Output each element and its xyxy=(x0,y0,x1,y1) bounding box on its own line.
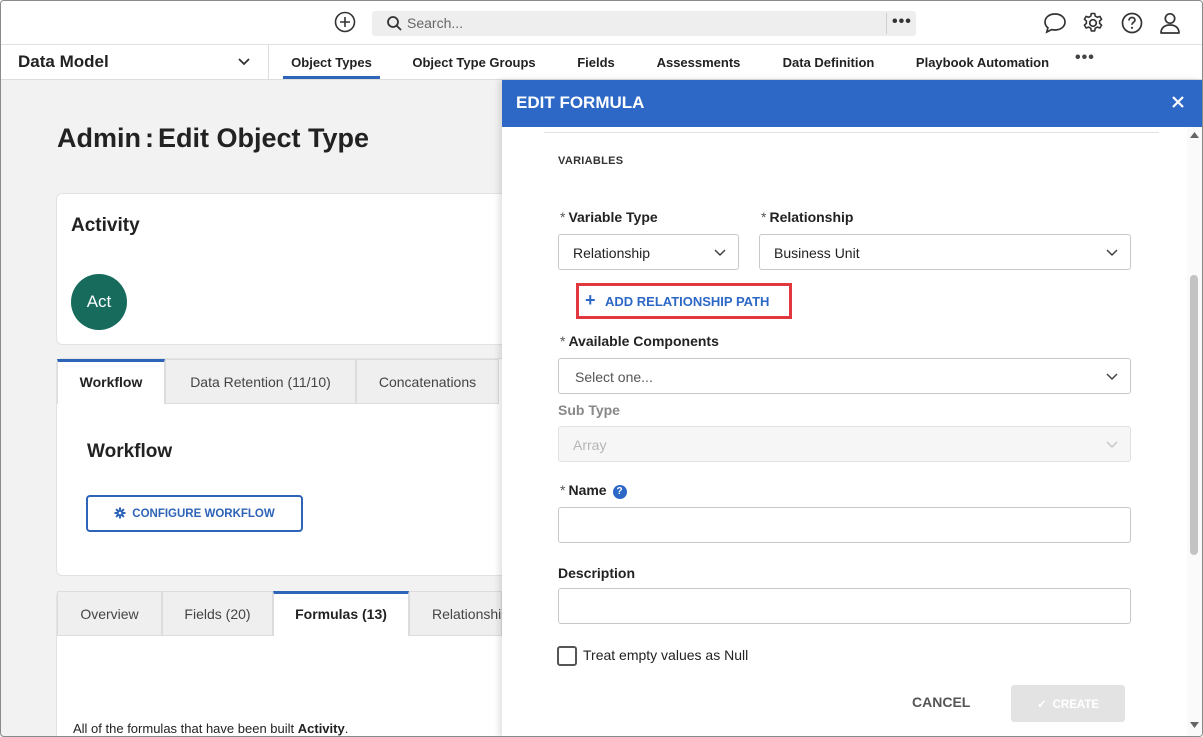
avatar: Act xyxy=(71,274,127,330)
description-field[interactable] xyxy=(558,588,1131,624)
help-icon[interactable]: ? xyxy=(612,485,627,499)
nav-bar: Data Model Object Types Object Type Grou… xyxy=(1,45,1202,80)
app-window: Search... ••• Data Model Object Types Ob… xyxy=(0,0,1203,737)
tab-overview[interactable]: Overview xyxy=(57,591,162,636)
relationship-label: * Relationship xyxy=(761,209,853,225)
section-selector-label: Data Model xyxy=(18,52,109,71)
activity-title: Activity xyxy=(71,215,140,236)
relationship-value: Business Unit xyxy=(774,245,860,261)
chevron-down-icon xyxy=(1106,373,1118,381)
create-button[interactable]: ✓ CREATE xyxy=(1011,685,1125,722)
section-selector[interactable]: Data Model xyxy=(1,45,269,79)
formulas-description-object: Activity xyxy=(297,721,345,736)
user-profile-icon[interactable] xyxy=(1159,12,1181,34)
treat-empty-null-checkbox[interactable] xyxy=(557,646,577,666)
variable-type-select[interactable]: Relationship xyxy=(558,234,739,270)
available-components-select[interactable]: Select one... xyxy=(558,358,1131,394)
search-divider xyxy=(886,13,887,34)
plus-icon: + xyxy=(585,290,596,310)
relationship-label-text: Relationship xyxy=(769,209,854,225)
variables-section-label: VARIABLES xyxy=(558,155,624,167)
nav-more-button[interactable]: ••• xyxy=(1075,49,1095,67)
page-title-main: Edit Object Type xyxy=(158,123,370,153)
nav-tab-playbook-automation[interactable]: Playbook Automation xyxy=(909,45,1056,79)
gear-icon xyxy=(114,507,126,519)
search-icon xyxy=(387,16,402,31)
search-input[interactable]: Search... xyxy=(407,15,463,31)
formulas-description-text: All of the formulas that have been built xyxy=(73,721,298,736)
name-field[interactable] xyxy=(558,507,1131,543)
chevron-down-icon xyxy=(1106,249,1118,257)
sub-type-label: Sub Type xyxy=(558,402,620,418)
chat-icon[interactable] xyxy=(1043,12,1067,34)
configure-workflow-button[interactable]: CONFIGURE WORKFLOW xyxy=(86,495,303,532)
chevron-down-icon xyxy=(1106,441,1118,449)
panel-title: EDIT FORMULA xyxy=(516,93,645,112)
add-relationship-path-button[interactable]: + ADD RELATIONSHIP PATH xyxy=(576,283,792,319)
section-divider xyxy=(544,132,1159,133)
gear-icon[interactable] xyxy=(1082,12,1104,34)
required-mark: * xyxy=(560,209,566,225)
nav-tab-data-definition[interactable]: Data Definition xyxy=(776,45,881,79)
tab-workflow[interactable]: Workflow xyxy=(57,359,165,404)
required-mark: * xyxy=(560,482,566,498)
top-bar: Search... ••• xyxy=(1,1,1202,45)
nav-tab-object-type-groups[interactable]: Object Type Groups xyxy=(406,45,542,79)
nav-tab-fields[interactable]: Fields xyxy=(571,45,621,79)
panel-header: EDIT FORMULA xyxy=(502,80,1202,127)
tab-fields[interactable]: Fields (20) xyxy=(162,591,273,636)
configure-workflow-label: CONFIGURE WORKFLOW xyxy=(132,508,275,520)
formulas-description-end: . xyxy=(344,721,349,736)
edit-formula-panel: EDIT FORMULA VARIABLES * Variable Type Re… xyxy=(502,80,1202,736)
required-mark: * xyxy=(761,209,767,225)
scroll-down-arrow-icon[interactable] xyxy=(1190,722,1199,728)
add-relationship-path-label: ADD RELATIONSHIP PATH xyxy=(605,294,770,309)
tab-concatenations[interactable]: Concatenations xyxy=(356,359,499,404)
scrollbar-thumb[interactable] xyxy=(1190,275,1198,555)
cancel-button[interactable]: CANCEL xyxy=(912,694,970,710)
search-options-button[interactable]: ••• xyxy=(892,13,912,31)
nav-tab-assessments[interactable]: Assessments xyxy=(651,45,746,79)
treat-empty-null-label: Treat empty values as Null xyxy=(583,647,749,663)
relationship-select[interactable]: Business Unit xyxy=(759,234,1131,270)
sub-type-select: Array xyxy=(558,426,1131,462)
scroll-up-arrow-icon[interactable] xyxy=(1190,132,1199,138)
global-search[interactable]: Search... ••• xyxy=(372,11,916,36)
sub-type-value: Array xyxy=(573,437,607,453)
variable-type-value: Relationship xyxy=(573,245,651,261)
tab-formulas[interactable]: Formulas (13) xyxy=(273,591,409,636)
page-title-prefix: Admin xyxy=(57,123,141,153)
tab-data-retention[interactable]: Data Retention (11/10) xyxy=(165,359,356,404)
available-components-label-text: Available Components xyxy=(568,333,719,349)
close-icon[interactable] xyxy=(1170,94,1186,110)
chevron-down-icon xyxy=(238,58,250,66)
formulas-description: All of the formulas that have been built… xyxy=(73,721,348,736)
check-icon: ✓ xyxy=(1036,699,1047,711)
available-components-label: * Available Components xyxy=(560,333,719,349)
nav-tab-object-types[interactable]: Object Types xyxy=(283,45,380,79)
create-label: CREATE xyxy=(1052,699,1100,711)
page-title: Admin: Edit Object Type xyxy=(57,123,370,153)
tab-relationships[interactable]: Relationshi xyxy=(409,591,502,636)
required-mark: * xyxy=(560,333,566,349)
help-icon[interactable] xyxy=(1121,12,1143,34)
variable-type-label: * Variable Type xyxy=(560,209,658,225)
name-label: * Name? xyxy=(560,482,627,499)
available-components-placeholder: Select one... xyxy=(575,369,653,385)
chevron-down-icon xyxy=(714,249,726,257)
name-label-text: Name xyxy=(568,482,607,498)
workflow-title: Workflow xyxy=(87,441,173,462)
description-label: Description xyxy=(558,565,636,581)
add-circle-icon[interactable] xyxy=(334,11,356,33)
variable-type-label-text: Variable Type xyxy=(568,209,658,225)
